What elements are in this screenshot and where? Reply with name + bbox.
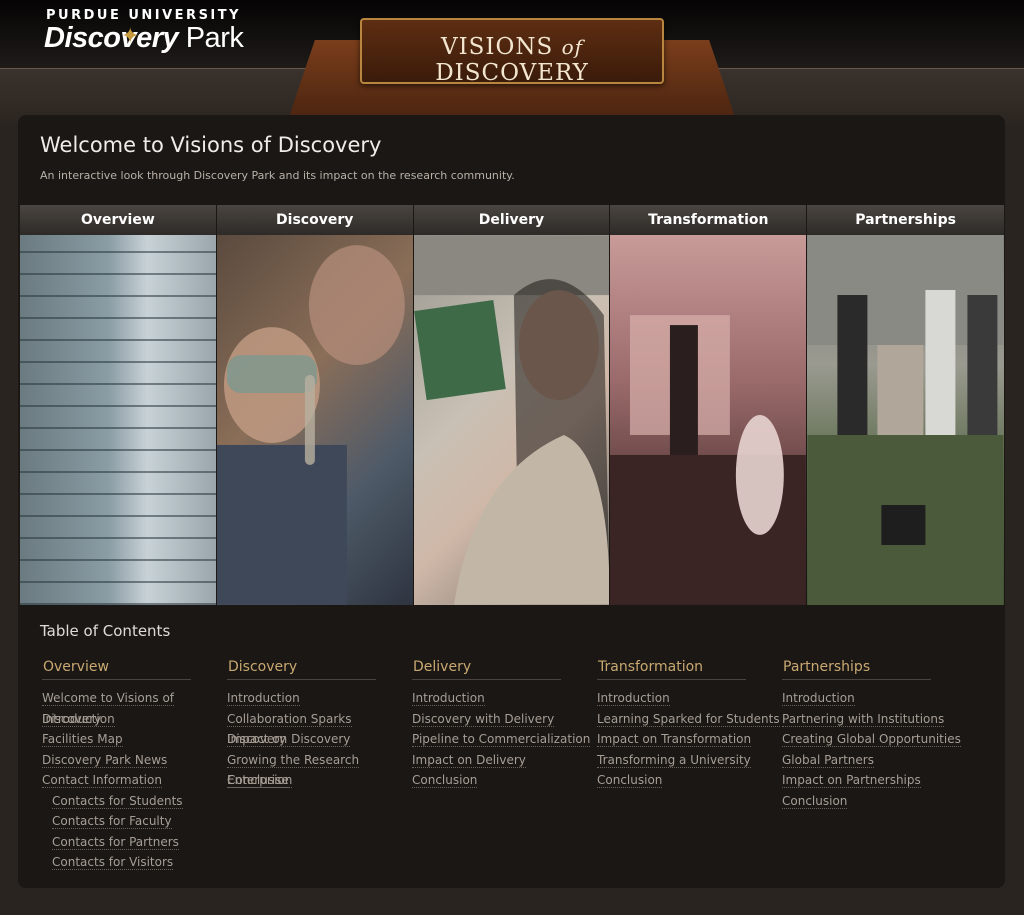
toc-column-partnerships: Partnerships Introduction Partnering wit… [782,656,967,873]
toc-column-transformation: Transformation Introduction Learning Spa… [597,656,782,873]
toc-link[interactable]: Conclusion [597,770,782,791]
toc-link[interactable]: Conclusion [412,770,597,791]
toc-column-delivery: Delivery Introduction Discovery with Del… [412,656,597,873]
ceremony-illustration [807,235,1004,605]
section-label: Overview [20,205,216,235]
toc-link[interactable]: Conclusion [227,770,412,791]
toc-link[interactable]: Pipeline to Commercialization [412,729,597,750]
page: PURDUE UNIVERSITY Discovery Park ✦ VISIO… [0,0,1024,915]
toc-title: Table of Contents [40,622,171,640]
cleanroom-illustration [610,315,807,605]
toc-link[interactable]: Discovery with Delivery [412,709,597,730]
toc-column-overview: Overview Welcome to Visions of Discovery… [42,656,227,873]
toc-link[interactable]: Introduction [412,688,597,709]
logo-discovery-text: Discovery [44,22,179,54]
toc-link[interactable]: Global Partners [782,750,967,771]
section-label: Partnerships [807,205,1004,235]
building-photo [20,235,216,605]
toc-link[interactable]: Collaboration Sparks Discovery [227,709,412,747]
toc-link[interactable]: Introduction [227,688,412,709]
toc-link[interactable]: Impact on Discovery [227,729,412,750]
toc-link[interactable]: Introduction [782,688,967,709]
toc-heading[interactable]: Delivery [412,659,561,680]
banner-word-of: of [561,35,584,59]
toc-link[interactable]: Introduction [42,709,227,730]
researchers-illustration [216,245,405,605]
page-subtitle: An interactive look through Discovery Pa… [40,169,515,182]
toc-link[interactable]: Contact Information [42,770,227,791]
toc-link[interactable]: Impact on Transformation [597,729,782,750]
section-label: Discovery [216,205,413,235]
toc-link[interactable]: Partnering with Institutions [782,709,967,730]
toc-link[interactable]: Discovery Park News [42,750,227,771]
toc-link[interactable]: Facilities Map [42,729,227,750]
toc-heading[interactable]: Overview [42,659,191,680]
toc-column-discovery: Discovery Introduction Collaboration Spa… [227,656,412,873]
compass-star-icon: ✦ [121,24,140,49]
banner-word-discovery: DISCOVERY [435,60,589,86]
section-overview[interactable]: Overview [20,205,216,605]
toc-heading[interactable]: Partnerships [782,659,931,680]
banner-word-visions: VISIONS [440,34,554,60]
toc-link[interactable]: Impact on Delivery [412,750,597,771]
section-strip: Overview Discovery Delivery Transformati… [20,205,1004,605]
section-discovery[interactable]: Discovery [216,205,413,605]
toc-link[interactable]: Creating Global Opportunities [782,729,967,750]
section-label: Transformation [610,205,807,235]
toc-link[interactable]: Impact on Partnerships [782,770,967,791]
toc-link[interactable]: Learning Sparked for Students [597,709,782,730]
section-delivery[interactable]: Delivery [413,205,610,605]
university-label[interactable]: PURDUE UNIVERSITY [46,8,241,23]
visions-banner: VISIONS of DISCOVERY [360,18,664,86]
logo-park-text: Park [185,22,244,54]
toc-link[interactable]: Introduction [597,688,782,709]
table-of-contents: Overview Welcome to Visions of Discovery… [42,656,1002,873]
toc-link[interactable]: Transforming a University [597,750,782,771]
section-partnerships[interactable]: Partnerships [807,205,1004,605]
toc-heading[interactable]: Transformation [597,659,746,680]
toc-sublink[interactable]: Contacts for Partners [42,832,227,853]
researchers-photo [216,235,413,605]
scientist-illustration [413,235,610,605]
toc-sublink[interactable]: Contacts for Visitors [42,852,227,873]
toc-heading[interactable]: Discovery [227,659,376,680]
section-label: Delivery [413,205,610,235]
cleanroom-photo [610,235,807,605]
main-panel: Welcome to Visions of Discovery An inter… [18,115,1005,888]
section-transformation[interactable]: Transformation [610,205,807,605]
toc-link[interactable]: Conclusion [782,791,967,812]
page-title: Welcome to Visions of Discovery [40,133,382,157]
scientist-chip-photo [413,235,610,605]
toc-link[interactable]: Welcome to Visions of Discovery [42,688,227,727]
discovery-park-logo[interactable]: Discovery Park [44,22,244,55]
toc-link[interactable]: Growing the Research Enterprise [227,750,412,788]
toc-sublink[interactable]: Contacts for Students [42,791,227,812]
tree-planting-photo [807,235,1004,605]
toc-sublink[interactable]: Contacts for Faculty [42,811,227,832]
